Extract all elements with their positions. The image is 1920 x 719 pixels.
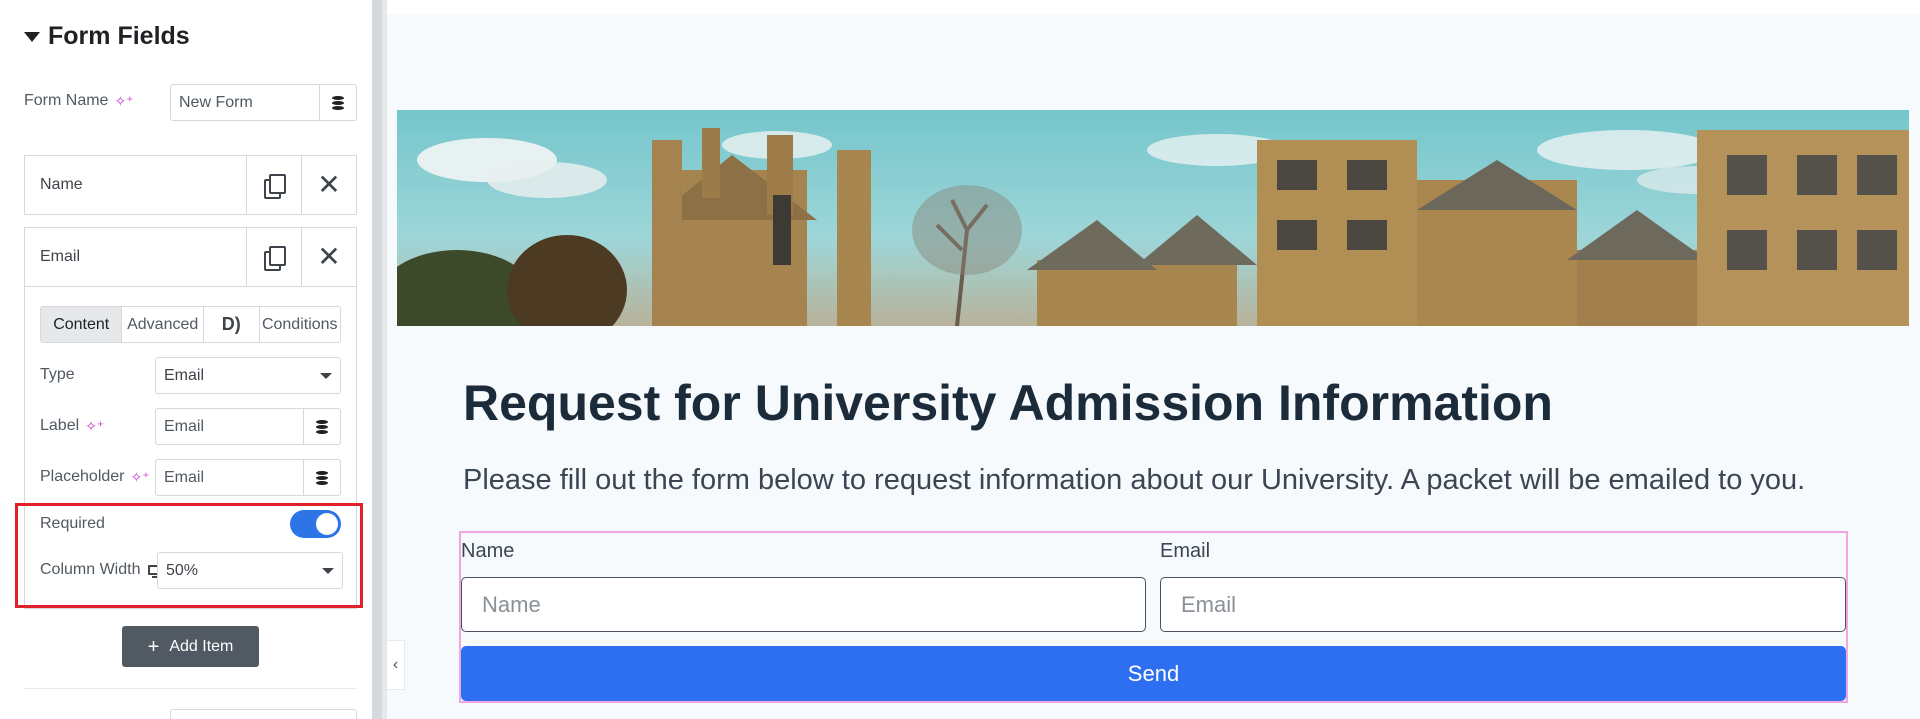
column-width-row: Column Width <box>40 561 162 579</box>
type-value: Email <box>164 366 205 384</box>
repeater-item-name[interactable]: Name ✕ <box>24 155 357 215</box>
placeholder-field[interactable]: Email <box>155 459 341 496</box>
dynamic-tags-button[interactable] <box>319 85 356 120</box>
repeater-item-title[interactable]: Name <box>25 156 246 214</box>
email-field-label: Email <box>1160 540 1211 562</box>
email-input-placeholder: Email <box>1181 591 1237 617</box>
toggle-knob <box>316 513 338 535</box>
email-input[interactable]: Email <box>1160 577 1846 632</box>
chevron-left-icon: ‹ <box>392 656 399 673</box>
add-item-button[interactable]: + Add Item <box>122 626 259 667</box>
database-icon <box>316 470 328 485</box>
column-width-select[interactable]: 50% <box>157 552 343 589</box>
column-width-value: 50% <box>166 561 199 579</box>
type-select[interactable]: Email <box>155 357 341 394</box>
label-value[interactable]: Email <box>156 418 303 436</box>
preview-top-band <box>387 0 1920 14</box>
dynamic-d-icon: D) <box>221 314 241 334</box>
page-title: Request for University Admission Informa… <box>463 375 1553 431</box>
name-field-label: Name <box>461 540 515 562</box>
label-row: Label ✧⁺ <box>40 417 104 435</box>
close-icon: ✕ <box>317 169 341 200</box>
panel-scrollbar[interactable] <box>372 0 382 719</box>
name-input[interactable]: Name <box>461 577 1146 632</box>
collapse-panel-button[interactable]: ‹ <box>387 640 405 690</box>
label-label: Label <box>40 417 80 434</box>
placeholder-row: Placeholder ✧⁺ <box>40 468 150 486</box>
page-subtitle: Please fill out the form below to reques… <box>463 464 1806 496</box>
form-name-field[interactable]: New Form <box>170 84 357 121</box>
add-item-label: Add Item <box>169 637 234 655</box>
form-name-value[interactable]: New Form <box>171 94 319 112</box>
form-name-row: Form Name ✧⁺ <box>24 92 134 110</box>
remove-button[interactable]: ✕ <box>301 228 356 286</box>
dynamic-tags-button[interactable] <box>303 460 340 495</box>
dynamic-tags-button[interactable] <box>303 409 340 444</box>
partially-visible-input[interactable] <box>170 709 357 719</box>
caret-down-icon <box>24 31 40 42</box>
database-icon <box>332 95 344 110</box>
remove-button[interactable]: ✕ <box>301 156 356 214</box>
ai-sparkle-icon[interactable]: ✧⁺ <box>85 419 104 433</box>
name-input-placeholder: Name <box>482 591 541 617</box>
column-width-label: Column Width <box>40 561 141 578</box>
placeholder-label: Placeholder <box>40 468 125 485</box>
ai-sparkle-icon[interactable]: ✧⁺ <box>114 94 133 108</box>
label-field[interactable]: Email <box>155 408 341 445</box>
section-title: Form Fields <box>48 22 190 50</box>
required-row: Required <box>40 515 105 533</box>
send-button[interactable]: Send <box>461 646 1846 701</box>
repeater-item-email[interactable]: Email ✕ <box>24 227 357 287</box>
required-toggle[interactable] <box>290 510 341 538</box>
form-name-label: Form Name <box>24 92 109 109</box>
tab-content[interactable]: Content <box>41 307 123 342</box>
tab-dynamic[interactable]: D) <box>204 307 260 342</box>
hero-image-university <box>397 110 1909 326</box>
duplicate-button[interactable] <box>246 156 301 214</box>
plus-icon: + <box>147 635 160 658</box>
close-icon: ✕ <box>317 241 341 272</box>
copy-icon <box>264 174 286 199</box>
repeater-item-title[interactable]: Email <box>25 228 246 286</box>
placeholder-value[interactable]: Email <box>156 469 303 487</box>
chevron-down-icon <box>320 372 332 379</box>
chevron-down-icon <box>322 567 334 574</box>
type-row: Type <box>40 366 75 384</box>
type-label: Type <box>40 366 75 383</box>
editor-panel: Form Fields Form Name ✧⁺ New Form Name ✕… <box>0 0 372 719</box>
required-label: Required <box>40 515 105 532</box>
field-tabs: Content Advanced D) Conditions <box>40 306 341 343</box>
section-header-form-fields[interactable]: Form Fields <box>24 22 190 51</box>
tab-conditions[interactable]: Conditions <box>260 307 340 342</box>
copy-icon <box>264 246 286 271</box>
campus-illustration <box>397 128 1909 326</box>
tab-advanced[interactable]: Advanced <box>122 307 204 342</box>
duplicate-button[interactable] <box>246 228 301 286</box>
divider <box>24 688 357 689</box>
ai-sparkle-icon[interactable]: ✧⁺ <box>131 470 150 484</box>
database-icon <box>316 419 328 434</box>
